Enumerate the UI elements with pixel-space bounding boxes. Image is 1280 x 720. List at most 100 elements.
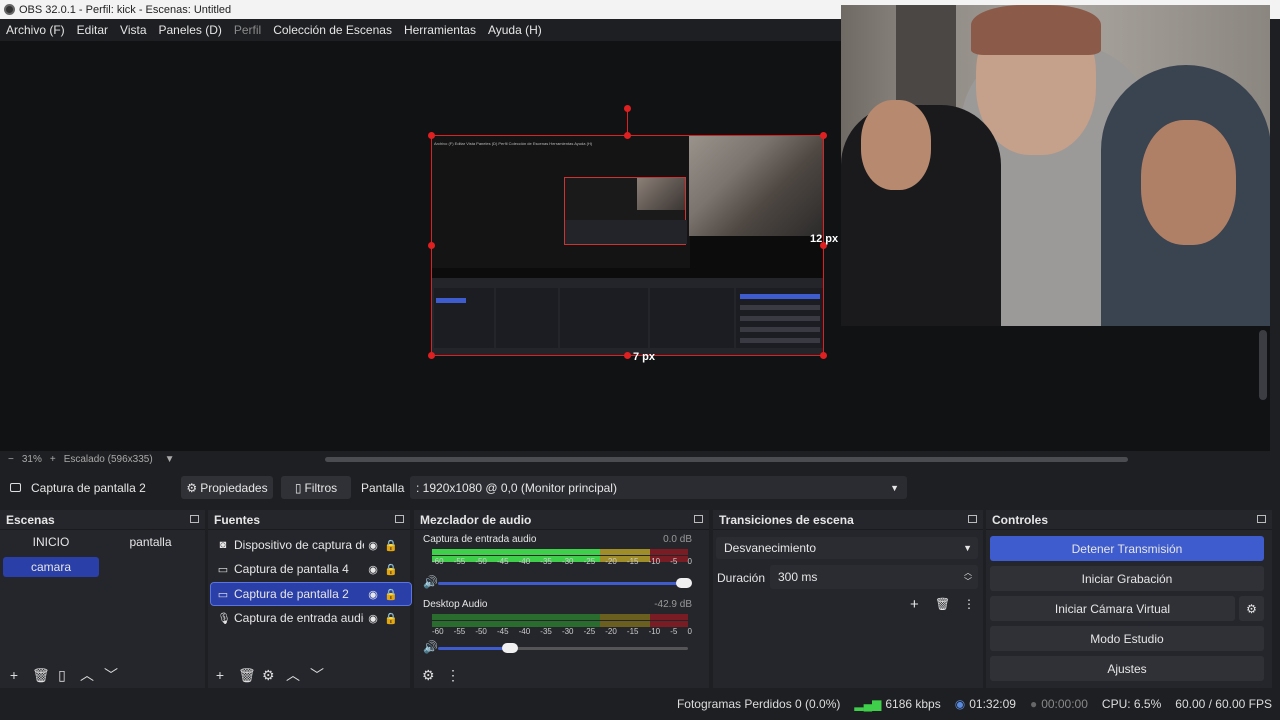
resize-handle-tl[interactable] [428,132,435,139]
scene-inicio[interactable]: INICIO [3,532,99,552]
status-bar: Fotogramas Perdidos 0 (0.0%) ▂▄▆ 6186 kbp… [0,692,1280,716]
sources-dock: Fuentes ◙ Dispositivo de captura de ◉ 🔒 … [208,510,412,688]
zoom-level: 31% [21,453,42,465]
source-item[interactable]: ▭ Captura de pantalla 4 ◉ 🔒 [211,558,411,580]
menu-editar[interactable]: Editar [71,23,114,37]
chevron-down-icon[interactable]: ﹀ [310,665,324,685]
settings-button[interactable]: Ajustes [990,656,1264,681]
speaker-icon[interactable]: 🔊 [423,575,438,589]
add-scene-icon[interactable]: + [8,667,20,683]
record-time: 00:00:00 [1041,697,1088,711]
nested-menu: Archivo (F) Editar Vista Paneles (D) Per… [434,141,593,146]
chevron-up-icon[interactable]: ︿ [286,665,300,685]
eye-icon[interactable]: ◉ [364,539,382,552]
duration-input[interactable]: 300 ms ︿ ﹀ [770,565,978,589]
nested-webcam-image [689,136,823,236]
eye-icon[interactable]: ◉ [364,612,382,625]
lock-icon[interactable]: 🔒 [382,588,400,601]
filters-button[interactable]: ▯ Filtros [281,476,351,499]
source-item[interactable]: 🎙 Captura de entrada audic ◉ 🔒 [211,607,411,629]
kebab-menu-icon[interactable]: ⋮ [963,597,975,611]
chevron-up-icon[interactable]: ︿ [80,665,94,685]
trash-icon[interactable]: 🗑 [32,667,50,684]
undock-icon[interactable] [190,515,199,523]
eye-icon[interactable]: ◉ [364,563,382,576]
window-title: OBS 32.0.1 - Perfil: kick - Escenas: Unt… [19,3,232,16]
filter-icon[interactable]: ▯ [56,667,68,684]
menu-perfil[interactable]: Perfil [228,23,267,37]
duration-label: Duración [717,571,766,585]
menu-vista[interactable]: Vista [114,23,152,37]
lock-icon[interactable]: 🔒 [382,612,400,625]
transition-select[interactable]: Desvanecimiento ▼ [716,537,978,559]
source-item-selected[interactable]: ▭ Captura de pantalla 2 ◉ 🔒 [210,582,412,606]
preview-vertical-scrollbar[interactable] [1259,330,1267,400]
eye-icon[interactable]: ◉ [364,588,382,601]
gear-icon[interactable]: ⚙ [262,667,275,684]
scene-camara[interactable]: camara [3,557,99,577]
resize-handle-tr[interactable] [820,132,827,139]
resize-handle-br[interactable] [820,352,827,359]
lock-icon[interactable]: 🔒 [382,563,400,576]
right-offset-label: 12 px [810,233,839,245]
lock-icon[interactable]: 🔒 [382,539,400,552]
selected-source-frame[interactable]: Archivo (F) Editar Vista Paneles (D) Per… [431,135,824,356]
menu-ayuda[interactable]: Ayuda (H) [482,23,548,37]
trash-icon[interactable]: 🗑 [935,597,950,611]
volume-slider-handle[interactable] [502,643,518,653]
menu-paneles[interactable]: Paneles (D) [153,23,228,37]
menu-herramientas[interactable]: Herramientas [398,23,482,37]
nested-dock-panel [432,278,823,355]
menu-archivo[interactable]: Archivo (F) [0,23,71,37]
undock-icon[interactable] [694,515,703,523]
volume-slider[interactable] [438,582,688,585]
meter-scale: -60 -55 -50 -45 -40 -35 -30 -25 -20 -15 -10 -5 0 [432,627,692,636]
fps-counter: 60.00 / 60.00 FPS [1175,697,1272,711]
menu-coleccion-escenas[interactable]: Colección de Escenas [267,23,398,37]
advanced-audio-icon[interactable]: ⚙ [422,667,435,684]
studio-mode-button[interactable]: Modo Estudio [990,626,1264,651]
zoom-in-button[interactable]: + [50,454,56,465]
filter-icon: ▯ [294,480,302,495]
spin-arrows-icon[interactable]: ︿ ﹀ [964,568,972,586]
volume-slider-track[interactable] [508,647,688,650]
scale-dropdown-icon[interactable]: ▼ [165,454,175,465]
transitions-dock: Transiciones de escena Desvanecimiento ▼… [713,510,983,688]
preview-horizontal-scrollbar[interactable] [325,457,1128,462]
add-source-icon[interactable]: + [214,667,226,683]
volume-slider-handle[interactable] [676,578,692,588]
resize-handle-bl[interactable] [428,352,435,359]
audio-meter [432,549,688,555]
bitrate: 6186 kbps [885,697,941,711]
transitions-title: Transiciones de escena [713,510,983,530]
undock-icon[interactable] [968,515,977,523]
stop-streaming-button[interactable]: Detener Transmisión [990,536,1264,561]
rotation-handle[interactable] [624,105,631,112]
start-virtual-camera-button[interactable]: Iniciar Cámara Virtual [990,596,1235,621]
webcam-feed-image [841,5,1270,326]
chevron-down-icon[interactable]: ﹀ [104,665,118,685]
scene-pantalla[interactable]: pantalla [102,532,199,552]
channel-name: Desktop Audio [423,599,488,610]
meter-scale: -60 -55 -50 -45 -40 -35 -30 -25 -20 -15 -10 -5 0 [432,557,692,566]
resize-handle-t[interactable] [624,132,631,139]
dropped-frames: Fotogramas Perdidos 0 (0.0%) [676,697,841,711]
zoom-out-button[interactable]: − [8,454,14,465]
camera-icon: ◙ [219,539,227,551]
scale-mode-label: Escalado (596x335) [63,453,153,465]
start-recording-button[interactable]: Iniciar Grabación [990,566,1264,591]
speaker-icon[interactable]: 🔊 [423,640,438,654]
undock-icon[interactable] [1257,515,1266,523]
virtual-camera-settings-gear-icon[interactable]: ⚙ [1239,596,1264,621]
undock-icon[interactable] [395,515,404,523]
resize-handle-l[interactable] [428,242,435,249]
channel-db: -42.9 dB [654,599,692,610]
screen-select-dropdown[interactable]: : 1920x1080 @ 0,0 (Monitor principal) ▼ [410,476,907,499]
volume-slider[interactable] [438,647,508,650]
trash-icon[interactable]: 🗑 [238,667,256,684]
source-item[interactable]: ◙ Dispositivo de captura de ◉ 🔒 [211,534,411,556]
kebab-menu-icon[interactable]: ⋮ [446,667,460,684]
resize-handle-b[interactable] [624,352,631,359]
add-transition-icon[interactable]: + [910,596,919,613]
properties-button[interactable]: ⚙ Propiedades [181,476,273,499]
